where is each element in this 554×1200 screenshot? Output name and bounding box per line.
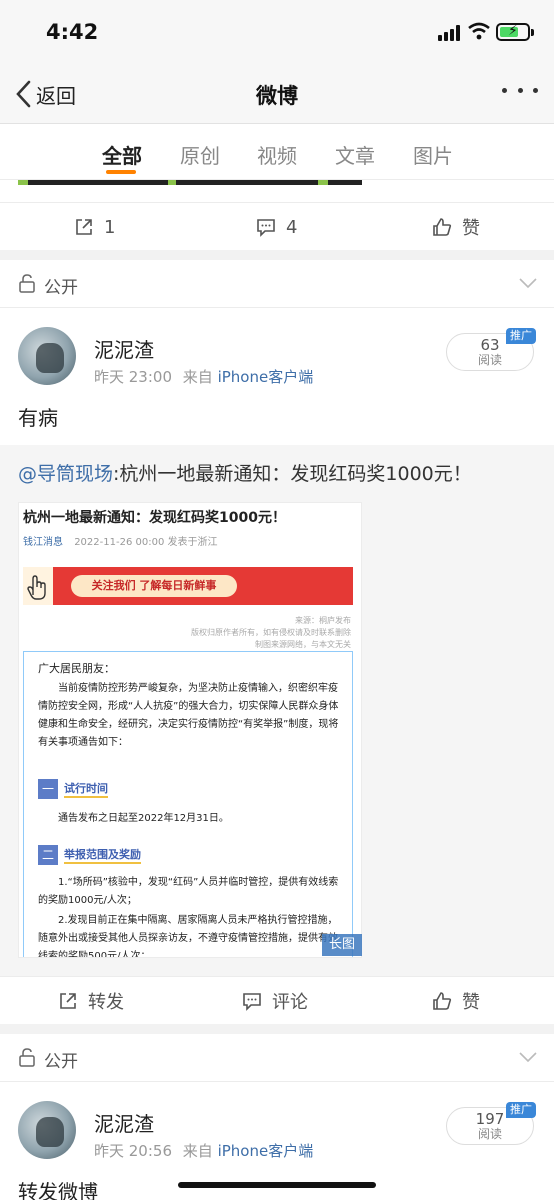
like-label: 赞 <box>462 992 480 1013</box>
comment-button[interactable]: 评论 <box>242 977 308 1025</box>
username[interactable]: 泥泥渣 <box>94 334 154 363</box>
tab-all[interactable]: 全部 <box>102 140 142 169</box>
unlock-icon <box>19 274 35 293</box>
post-text: 转发微博 <box>18 1180 98 1200</box>
unlock-icon <box>19 1048 35 1067</box>
repost-text: @导筒现场:杭州一地最新通知：发现红码奖1000元！ <box>18 459 472 486</box>
battery-charging-icon: ⚡ <box>496 23 530 41</box>
post-time: 昨天 23:00 <box>94 368 172 386</box>
tab-article[interactable]: 文章 <box>335 140 375 169</box>
post-meta: 昨天 20:56 来自 iPhone客户端 <box>94 1140 313 1161</box>
page-title: 微博 <box>256 84 298 108</box>
repost-content: :杭州一地最新通知：发现红码奖1000元！ <box>113 463 472 485</box>
visibility-label: 公开 <box>44 278 78 298</box>
read-label: 阅读 <box>477 1127 502 1141</box>
visibility-label: 公开 <box>44 1052 78 1072</box>
avatar[interactable] <box>18 1101 76 1159</box>
post-from: 来自 <box>182 1142 213 1160</box>
status-bar: 4:42 ⚡ <box>0 0 554 62</box>
image-source-line-1: 来源：桐庐发布 <box>295 616 351 625</box>
username[interactable]: 泥泥渣 <box>94 1108 154 1137</box>
comment-icon <box>257 219 275 237</box>
thumbs-up-icon <box>433 992 452 1010</box>
promote-tag[interactable]: 推广 <box>506 328 536 344</box>
thumbs-up-icon <box>433 218 452 236</box>
wifi-icon <box>468 22 490 40</box>
image-title: 杭州一地最新通知：发现红码奖1000元！ <box>23 510 286 526</box>
like-label: 赞 <box>462 218 480 239</box>
post-time: 昨天 20:56 <box>94 1142 172 1160</box>
tab-original[interactable]: 原创 <box>180 140 220 169</box>
hand-pointer-icon <box>23 567 53 605</box>
cellular-signal-icon <box>438 25 462 41</box>
image-meta: 钱江消息 2022-11-26 00:00 发表于浙江 <box>23 533 217 548</box>
chevron-down-icon[interactable] <box>518 276 538 290</box>
notice-item-1: 1.“场所码”核验中，发现“红码”人员并临时管控，提供有效线索的奖励1000元/… <box>38 877 339 906</box>
read-label: 阅读 <box>477 353 502 367</box>
notice-item-2: 2.发现目前正在集中隔离、居家隔离人员未严格执行管控措施，随意外出或接受其他人员… <box>38 915 338 958</box>
avatar[interactable] <box>18 327 76 385</box>
previous-post-image[interactable] <box>0 180 554 202</box>
image-source-line-2: 版权归原作者所有，如有侵权请及时联系删除 <box>191 628 351 637</box>
previous-post-actions: 1 4 赞 <box>0 202 554 250</box>
post-text: 有病 <box>18 406 58 430</box>
post-source[interactable]: iPhone客户端 <box>218 1142 314 1160</box>
promote-tag[interactable]: 推广 <box>506 1102 536 1118</box>
notice-box: 广大居民朋友： 当前疫情防控形势严峻复杂，为坚决防止疫情输入，织密织牢疫情防控安… <box>23 651 353 958</box>
comment-count: 4 <box>286 216 298 238</box>
notice-greeting: 广大居民朋友： <box>38 662 115 675</box>
image-date: 2022-11-26 00:00 发表于浙江 <box>74 537 218 548</box>
notice-section-1-text: 通告发布之日起至2022年12月31日。 <box>58 813 229 824</box>
post-source[interactable]: iPhone客户端 <box>218 368 314 386</box>
status-time: 4:42 <box>46 20 99 44</box>
like-button[interactable]: 赞 <box>432 977 480 1025</box>
repost-count: 1 <box>104 216 116 238</box>
repost-author-link[interactable]: @导筒现场 <box>18 463 113 485</box>
notice-section-2: 二 举报范围及奖励 <box>38 844 141 866</box>
tab-pictures[interactable]: 图片 <box>413 140 453 169</box>
long-image[interactable]: 杭州一地最新通知：发现红码奖1000元！ 钱江消息 2022-11-26 00:… <box>18 502 362 958</box>
comment-label: 评论 <box>272 992 308 1013</box>
nav-bar: 返回 微博 <box>0 62 554 124</box>
comment-icon <box>243 993 261 1011</box>
active-tab-indicator <box>106 170 136 174</box>
comment-button[interactable]: 4 <box>256 203 297 251</box>
post-visibility-row[interactable]: 公开 <box>0 260 554 308</box>
notice-section-1: 一 试行时间 <box>38 778 108 800</box>
like-button[interactable]: 赞 <box>432 203 480 251</box>
notice-intro: 当前疫情防控形势严峻复杂，为坚决防止疫情输入，织密织牢疫情防控安全网，形成“人人… <box>38 683 339 748</box>
tab-video[interactable]: 视频 <box>257 140 297 169</box>
post-from: 来自 <box>182 368 213 386</box>
follow-banner-text: 关注我们 了解每日新鲜事 <box>71 575 237 597</box>
filter-tabs: 全部 原创 视频 文章 图片 <box>0 124 554 180</box>
share-icon <box>76 219 92 235</box>
long-image-tag: 长图 <box>322 934 362 956</box>
repost-button[interactable]: 1 <box>74 203 115 251</box>
post-meta: 昨天 23:00 来自 iPhone客户端 <box>94 366 313 387</box>
home-indicator[interactable] <box>178 1182 376 1188</box>
chevron-down-icon[interactable] <box>518 1050 538 1064</box>
image-source-line-3: 制图来源网络，与本文无关 <box>255 640 351 649</box>
repost-button[interactable]: 转发 <box>58 977 124 1025</box>
follow-banner: 关注我们 了解每日新鲜事 <box>23 567 353 605</box>
image-publisher: 钱江消息 <box>23 537 63 548</box>
more-options-icon[interactable] <box>502 88 538 100</box>
share-icon <box>60 993 76 1009</box>
post-actions: 转发 评论 赞 <box>0 976 554 1024</box>
post-visibility-row[interactable]: 公开 <box>0 1034 554 1082</box>
repost-label: 转发 <box>88 992 124 1013</box>
